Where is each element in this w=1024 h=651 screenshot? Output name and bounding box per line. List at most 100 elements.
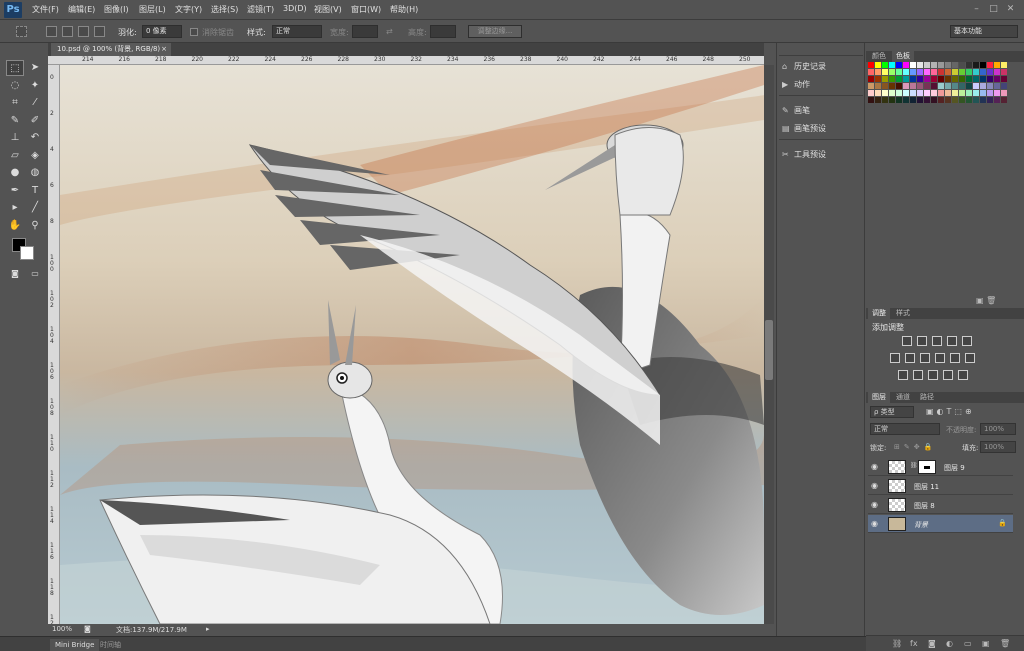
swatch[interactable] [959, 83, 965, 89]
swatch[interactable] [868, 76, 874, 82]
swatches-grid[interactable] [868, 62, 1008, 118]
timeline-tab[interactable]: 时间轴 [100, 639, 121, 651]
swatch[interactable] [868, 83, 874, 89]
new-layer-icon[interactable]: ▣ [982, 639, 990, 648]
swatch[interactable] [917, 97, 923, 103]
swatch[interactable] [994, 76, 1000, 82]
swatch[interactable] [910, 90, 916, 96]
menu-filter[interactable]: 滤镜(T) [247, 4, 274, 15]
menu-edit[interactable]: 编辑(E) [68, 4, 95, 15]
swatch[interactable] [987, 69, 993, 75]
brush-icon[interactable]: ✐ [26, 113, 44, 129]
rect-marquee-icon[interactable]: ⬚ [6, 60, 24, 76]
swatch[interactable] [910, 69, 916, 75]
fx-icon[interactable]: fx [910, 639, 918, 648]
intersect-selection-icon[interactable] [94, 26, 105, 37]
swatch[interactable] [917, 76, 923, 82]
swatch[interactable] [973, 97, 979, 103]
feather-input[interactable]: 0 像素 [142, 25, 182, 38]
swatch[interactable] [910, 76, 916, 82]
swatch[interactable] [910, 62, 916, 68]
swatch[interactable] [980, 83, 986, 89]
swatch[interactable] [945, 90, 951, 96]
maximize-button[interactable]: □ [987, 3, 1000, 15]
swatch[interactable] [1001, 97, 1007, 103]
layer-filter-select[interactable]: ρ 类型 [870, 406, 914, 418]
swatch[interactable] [924, 76, 930, 82]
tab-paths[interactable]: 路径 [916, 392, 938, 403]
swatch[interactable] [889, 62, 895, 68]
channel-mixer-icon[interactable] [950, 353, 960, 363]
swatch[interactable] [980, 76, 986, 82]
swatch[interactable] [875, 97, 881, 103]
menu-type[interactable]: 文字(Y) [175, 4, 202, 15]
swatch[interactable] [889, 69, 895, 75]
swatch[interactable] [980, 90, 986, 96]
layer-row-11[interactable]: ◉ 图层 11 [868, 477, 1013, 495]
add-selection-icon[interactable] [62, 26, 73, 37]
visibility-eye-icon[interactable]: ◉ [871, 481, 878, 490]
swatch[interactable] [917, 69, 923, 75]
swatch[interactable] [959, 76, 965, 82]
close-window-button[interactable]: ✕ [1004, 3, 1017, 15]
bw-icon[interactable] [920, 353, 930, 363]
swatch[interactable] [973, 83, 979, 89]
swatch[interactable] [994, 97, 1000, 103]
swatch[interactable] [994, 62, 1000, 68]
swatch[interactable] [945, 76, 951, 82]
swatch[interactable] [924, 90, 930, 96]
tab-adjustments[interactable]: 调整 [868, 308, 890, 319]
close-tab-icon[interactable]: × [161, 43, 167, 56]
swatch[interactable] [889, 90, 895, 96]
swatch[interactable] [987, 97, 993, 103]
brightness-icon[interactable] [902, 336, 912, 346]
swatch[interactable] [966, 83, 972, 89]
gradient-map-icon[interactable] [943, 370, 953, 380]
menu-file[interactable]: 文件(F) [32, 4, 59, 15]
swatch[interactable] [945, 97, 951, 103]
exposure-icon[interactable] [947, 336, 957, 346]
history-brush-icon[interactable]: ↶ [26, 130, 44, 146]
tab-styles[interactable]: 样式 [892, 308, 914, 319]
hand-icon[interactable]: ✋ [6, 218, 24, 234]
swatch[interactable] [952, 76, 958, 82]
swatch[interactable] [945, 69, 951, 75]
opacity-input[interactable]: 100% [980, 423, 1016, 435]
eyedropper-icon[interactable]: ⁄ [26, 95, 44, 111]
menu-image[interactable]: 图像(I) [104, 4, 129, 15]
color-lookup-icon[interactable] [965, 353, 975, 363]
swatch[interactable] [994, 69, 1000, 75]
swatch[interactable] [994, 83, 1000, 89]
swatch[interactable] [875, 69, 881, 75]
marquee-tool-preset-icon[interactable] [16, 26, 27, 37]
photo-filter-icon[interactable] [935, 353, 945, 363]
swatch[interactable] [903, 97, 909, 103]
eraser-icon[interactable]: ▱ [6, 148, 24, 164]
swatch[interactable] [924, 69, 930, 75]
swatch[interactable] [896, 76, 902, 82]
swatch[interactable] [938, 69, 944, 75]
pen-icon[interactable]: ✒ [6, 183, 24, 199]
quick-mask-icon[interactable]: ◙ [6, 266, 24, 282]
vertical-scroll-thumb[interactable] [765, 320, 773, 380]
menu-layer[interactable]: 图层(L) [139, 4, 166, 15]
swatch[interactable] [917, 83, 923, 89]
swatch[interactable] [959, 62, 965, 68]
layer-row-background[interactable]: ◉ 背景 🔒 [868, 515, 1013, 533]
swatch[interactable] [987, 90, 993, 96]
antialias-checkbox[interactable] [190, 28, 198, 36]
blur-icon[interactable]: ● [6, 165, 24, 181]
zoom-level[interactable]: 100% [52, 625, 72, 633]
swatch[interactable] [882, 69, 888, 75]
tab-layers[interactable]: 图层 [868, 392, 890, 403]
mini-bridge-tab[interactable]: Mini Bridge [50, 639, 100, 651]
fill-input[interactable]: 100% [980, 441, 1016, 453]
paint-bucket-icon[interactable]: ◈ [26, 148, 44, 164]
swatch[interactable] [931, 83, 937, 89]
swatch[interactable] [931, 62, 937, 68]
refine-edge-button[interactable]: 调整边缘... [468, 25, 522, 38]
visibility-eye-icon[interactable]: ◉ [871, 500, 878, 509]
swatch[interactable] [931, 90, 937, 96]
swatch[interactable] [959, 97, 965, 103]
swatch[interactable] [903, 62, 909, 68]
